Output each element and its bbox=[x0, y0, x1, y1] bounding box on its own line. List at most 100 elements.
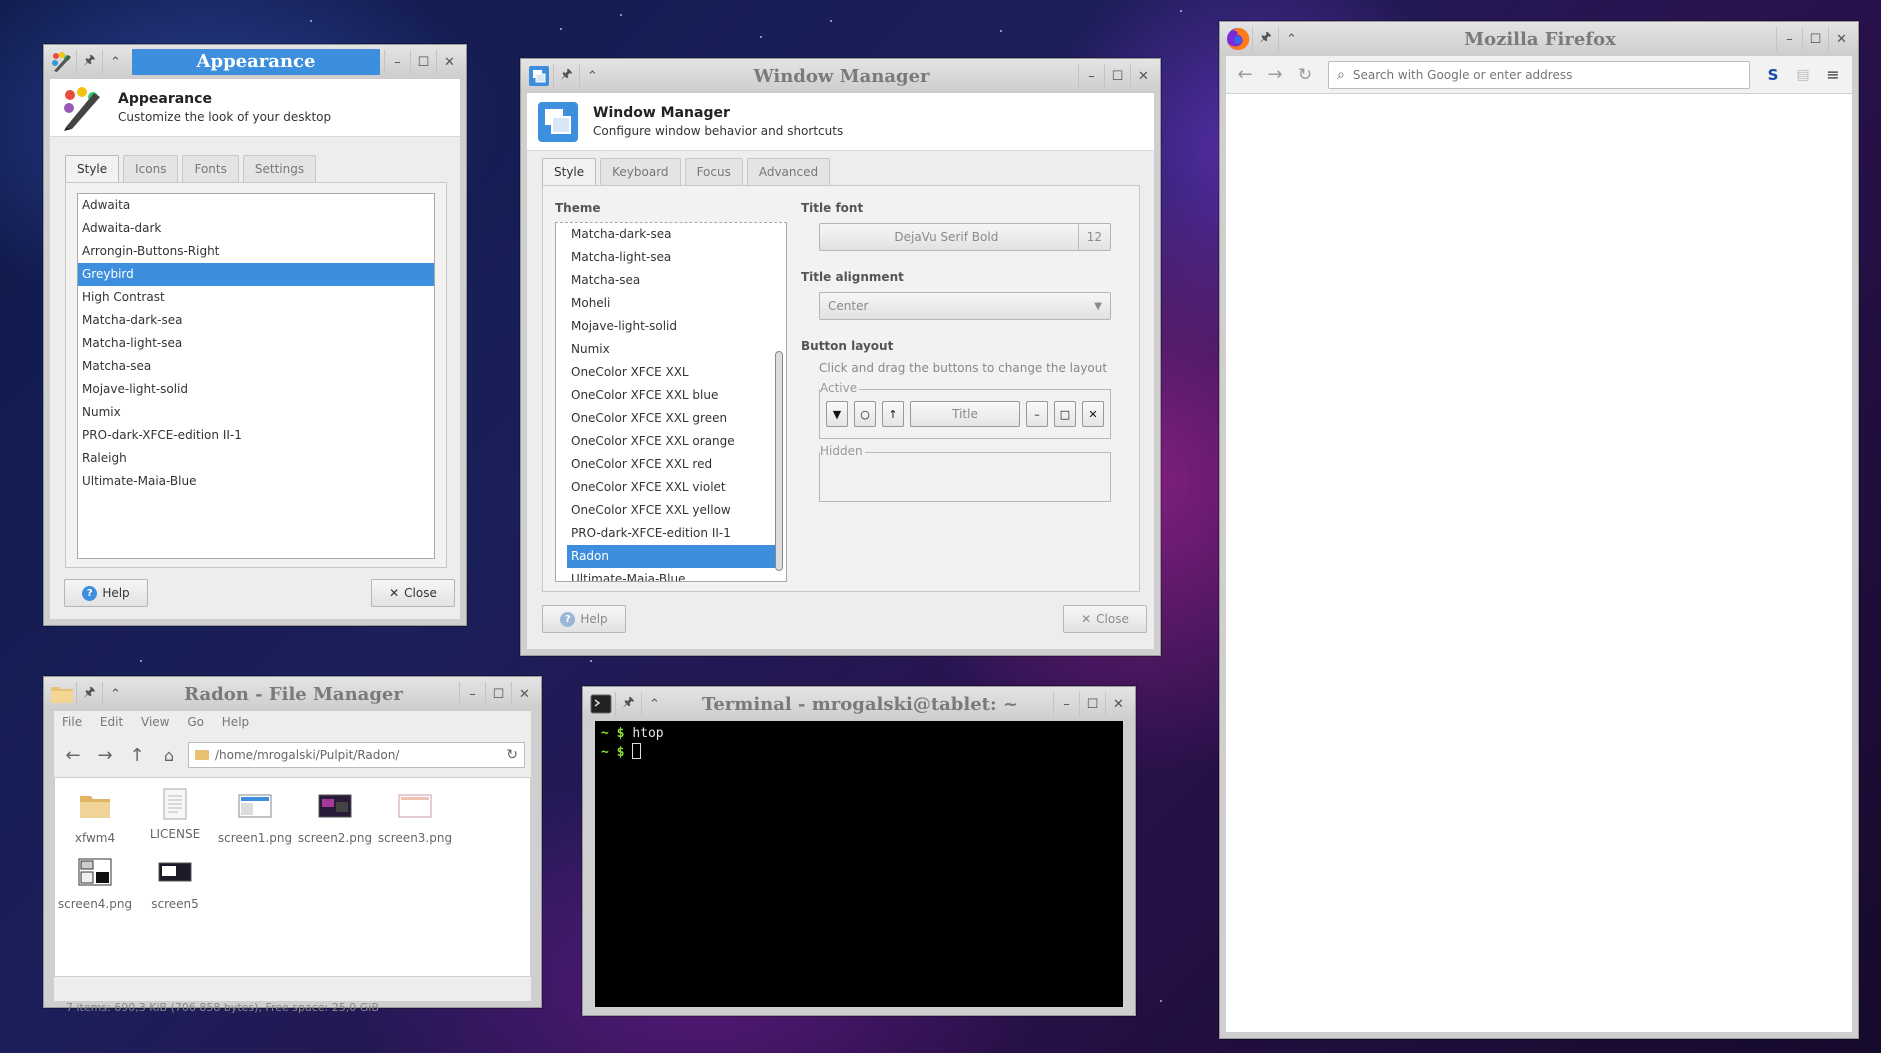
list-item[interactable]: Arrongin-Buttons-Right bbox=[78, 240, 434, 263]
pin-icon[interactable]: 🖈︎ bbox=[615, 692, 641, 716]
scrollbar[interactable] bbox=[775, 351, 783, 571]
list-item[interactable]: Matcha-dark-sea bbox=[78, 309, 434, 332]
tab-keyboard[interactable]: Keyboard bbox=[600, 158, 681, 185]
stick-button-icon[interactable]: ○ bbox=[854, 401, 876, 427]
list-item[interactable]: Mojave-light-solid bbox=[567, 315, 779, 338]
minimize-icon[interactable]: – bbox=[1776, 27, 1802, 51]
minimize-icon[interactable]: – bbox=[1078, 64, 1104, 88]
list-item[interactable]: OneColor XFCE XXL orange bbox=[567, 430, 779, 453]
shade-icon[interactable]: ⌃ bbox=[641, 692, 667, 716]
list-item[interactable]: Raleigh bbox=[78, 447, 434, 470]
list-item[interactable]: PRO-dark-XFCE-edition II-1 bbox=[78, 424, 434, 447]
menu-edit[interactable]: Edit bbox=[100, 715, 123, 729]
list-item[interactable]: OneColor XFCE XXL green bbox=[567, 407, 779, 430]
back-icon[interactable]: ← bbox=[60, 745, 86, 766]
list-item[interactable]: Numix bbox=[567, 338, 779, 361]
minimize-icon[interactable]: – bbox=[459, 682, 485, 706]
tab-focus[interactable]: Focus bbox=[684, 158, 743, 185]
maximize-button-icon[interactable]: □ bbox=[1054, 401, 1076, 427]
list-item[interactable]: OneColor XFCE XXL yellow bbox=[567, 499, 779, 522]
wm-titlebar[interactable]: 🖈︎ ⌃ Window Manager – ☐ ✕ bbox=[521, 59, 1160, 93]
list-item[interactable]: Matcha-dark-sea bbox=[567, 223, 779, 246]
menu-file[interactable]: File bbox=[62, 715, 82, 729]
list-item[interactable]: Matcha-light-sea bbox=[78, 332, 434, 355]
file-item[interactable]: screen5 bbox=[135, 858, 215, 911]
forward-icon[interactable]: → bbox=[92, 745, 118, 766]
appearance-titlebar[interactable]: 🖈︎ ⌃ Appearance – ☐ ✕ bbox=[44, 45, 466, 79]
list-item[interactable]: Ultimate-Maia-Blue bbox=[567, 568, 779, 581]
file-manager-titlebar[interactable]: 🖈︎ ⌃ Radon - File Manager – ☐ ✕ bbox=[44, 677, 541, 711]
list-item[interactable]: PRO-dark-XFCE-edition II-1 bbox=[567, 522, 779, 545]
list-item[interactable]: OneColor XFCE XXL blue bbox=[567, 384, 779, 407]
list-item[interactable]: Adwaita-dark bbox=[78, 217, 434, 240]
pin-icon[interactable]: 🖈︎ bbox=[76, 682, 102, 706]
list-item[interactable]: Ultimate-Maia-Blue bbox=[78, 470, 434, 493]
menu-icon[interactable]: ≡ bbox=[1820, 65, 1846, 84]
minimize-icon[interactable]: – bbox=[384, 50, 410, 74]
maximize-icon[interactable]: ☐ bbox=[1802, 27, 1828, 51]
shade-icon[interactable]: ⌃ bbox=[579, 64, 605, 88]
firefox-icon[interactable] bbox=[1224, 26, 1252, 52]
close-icon[interactable]: ✕ bbox=[511, 682, 537, 706]
menu-help[interactable]: Help bbox=[222, 715, 249, 729]
close-icon[interactable]: ✕ bbox=[1105, 692, 1131, 716]
file-item[interactable]: screen3.png bbox=[375, 792, 455, 845]
tab-settings[interactable]: Settings bbox=[242, 155, 317, 182]
help-button[interactable]: ? Help bbox=[64, 579, 148, 607]
close-icon[interactable]: ✕ bbox=[436, 50, 462, 74]
page-content[interactable] bbox=[1226, 94, 1852, 1032]
list-item[interactable]: Matcha-sea bbox=[567, 269, 779, 292]
list-item[interactable]: OneColor XFCE XXL violet bbox=[567, 476, 779, 499]
list-item[interactable]: High Contrast bbox=[78, 286, 434, 309]
tab-icons[interactable]: Icons bbox=[123, 155, 179, 182]
file-view[interactable]: xfwm4 LICENSE screen1.png screen2.png sc… bbox=[54, 777, 531, 977]
path-bar[interactable]: /home/mrogalski/Pulpit/Radon/ ↻ bbox=[188, 742, 525, 768]
search-input[interactable] bbox=[1352, 67, 1741, 82]
pin-icon[interactable]: 🖈︎ bbox=[553, 64, 579, 88]
tab-style[interactable]: Style bbox=[542, 158, 597, 185]
minimize-button-icon[interactable]: – bbox=[1026, 401, 1048, 427]
folder-app-icon[interactable] bbox=[48, 681, 76, 707]
sync-icon[interactable]: S bbox=[1760, 66, 1786, 84]
forward-icon[interactable]: → bbox=[1262, 64, 1288, 85]
theme-list[interactable]: Adwaita Adwaita-dark Arrongin-Buttons-Righ… bbox=[77, 193, 435, 559]
pin-icon[interactable]: 🖈︎ bbox=[1252, 27, 1278, 51]
shade-icon[interactable]: ⌃ bbox=[102, 50, 128, 74]
file-item[interactable]: xfwm4 bbox=[55, 792, 135, 845]
active-frame[interactable]: Active ▼ ○ ↑ Title – □ ✕ bbox=[819, 381, 1111, 439]
wm-app-icon[interactable] bbox=[525, 63, 553, 89]
pin-icon[interactable]: 🖈︎ bbox=[76, 50, 102, 74]
list-item[interactable]: Mojave-light-solid bbox=[78, 378, 434, 401]
url-bar[interactable]: ⌕ bbox=[1328, 60, 1750, 89]
up-icon[interactable]: ↑ bbox=[124, 745, 150, 766]
list-item[interactable]: OneColor XFCE XXL red bbox=[567, 453, 779, 476]
menu-button-icon[interactable]: ▼ bbox=[826, 401, 848, 427]
maximize-icon[interactable]: ☐ bbox=[1104, 64, 1130, 88]
appearance-app-icon[interactable] bbox=[48, 49, 76, 75]
list-item[interactable]: Greybird bbox=[78, 263, 434, 286]
close-button-icon[interactable]: ✕ bbox=[1082, 401, 1104, 427]
title-alignment-select[interactable]: Center ▼ bbox=[819, 292, 1111, 320]
help-button[interactable]: ? Help bbox=[542, 605, 626, 633]
menu-view[interactable]: View bbox=[141, 715, 169, 729]
title-font-button[interactable]: DejaVu Serif Bold 12 bbox=[819, 223, 1111, 251]
list-item[interactable]: Numix bbox=[78, 401, 434, 424]
reload-icon[interactable]: ↻ bbox=[1292, 65, 1318, 85]
minimize-icon[interactable]: – bbox=[1053, 692, 1079, 716]
file-item[interactable]: LICENSE bbox=[135, 788, 215, 841]
sidebar-icon[interactable]: ▤ bbox=[1790, 67, 1816, 83]
shade-icon[interactable]: ⌃ bbox=[102, 682, 128, 706]
file-item[interactable]: screen4.png bbox=[55, 858, 135, 911]
home-icon[interactable]: ⌂ bbox=[156, 746, 182, 765]
tab-fonts[interactable]: Fonts bbox=[182, 155, 239, 182]
shade-icon[interactable]: ⌃ bbox=[1278, 27, 1304, 51]
wm-theme-list[interactable]: Matcha-dark-sea Matcha-light-sea Matcha-se… bbox=[555, 222, 787, 582]
terminal-output[interactable]: ~ $ htop ~ $ bbox=[595, 721, 1123, 1007]
hidden-frame[interactable]: Hidden bbox=[819, 444, 1111, 502]
list-item[interactable]: Moheli bbox=[567, 292, 779, 315]
tab-advanced[interactable]: Advanced bbox=[746, 158, 831, 185]
file-item[interactable]: screen2.png bbox=[295, 792, 375, 845]
terminal-app-icon[interactable] bbox=[587, 691, 615, 717]
list-item[interactable]: OneColor XFCE XXL bbox=[567, 361, 779, 384]
close-button[interactable]: ✕ Close bbox=[371, 579, 455, 607]
